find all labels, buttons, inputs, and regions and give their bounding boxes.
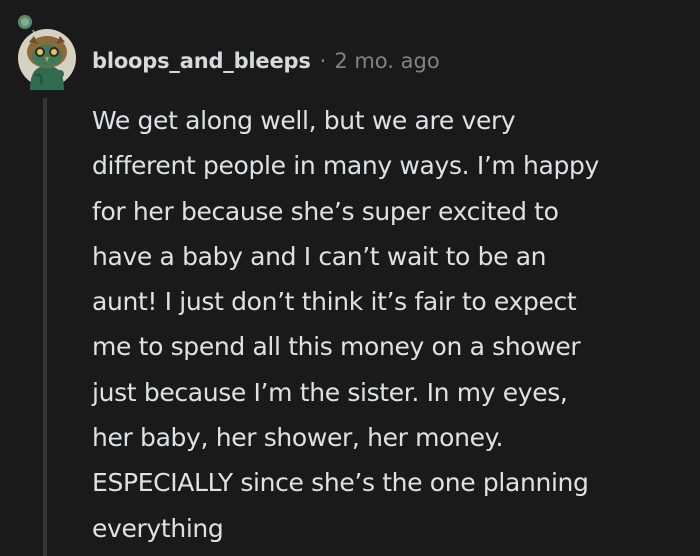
comment-meta: bloops_and_bleeps · 2 mo. ago bbox=[92, 44, 440, 78]
snoo-owl-avatar-icon bbox=[18, 15, 76, 90]
meta-separator: · bbox=[319, 49, 327, 73]
comment-body-line: have a baby and I can’t wait to be an bbox=[92, 241, 547, 271]
comment-body-line: aunt! I just don’t think it’s fair to ex… bbox=[92, 287, 577, 317]
comment-body: We get along well, but we are very diffe… bbox=[92, 98, 692, 551]
username-link[interactable]: bloops_and_bleeps bbox=[92, 49, 311, 73]
comment-body-line: everything bbox=[92, 513, 224, 543]
avatar[interactable] bbox=[16, 14, 78, 90]
comment-body-line: her baby, her shower, her money. bbox=[92, 423, 504, 453]
comment-body-line: me to spend all this money on a shower bbox=[92, 332, 581, 362]
comment-body-line: just because I’m the sister. In my eyes, bbox=[92, 377, 568, 407]
comment: bloops_and_bleeps · 2 mo. ago We get alo… bbox=[0, 0, 700, 556]
comment-body-line: ESPECIALLY since she’s the one planning bbox=[92, 468, 589, 498]
comment-body-line: different people in many ways. I’m happy bbox=[92, 151, 599, 181]
timestamp[interactable]: 2 mo. ago bbox=[334, 49, 439, 73]
comment-body-line: We get along well, but we are very bbox=[92, 106, 516, 135]
comment-body-line: for her because she’s super excited to bbox=[92, 196, 559, 226]
thread-line[interactable] bbox=[43, 98, 47, 556]
